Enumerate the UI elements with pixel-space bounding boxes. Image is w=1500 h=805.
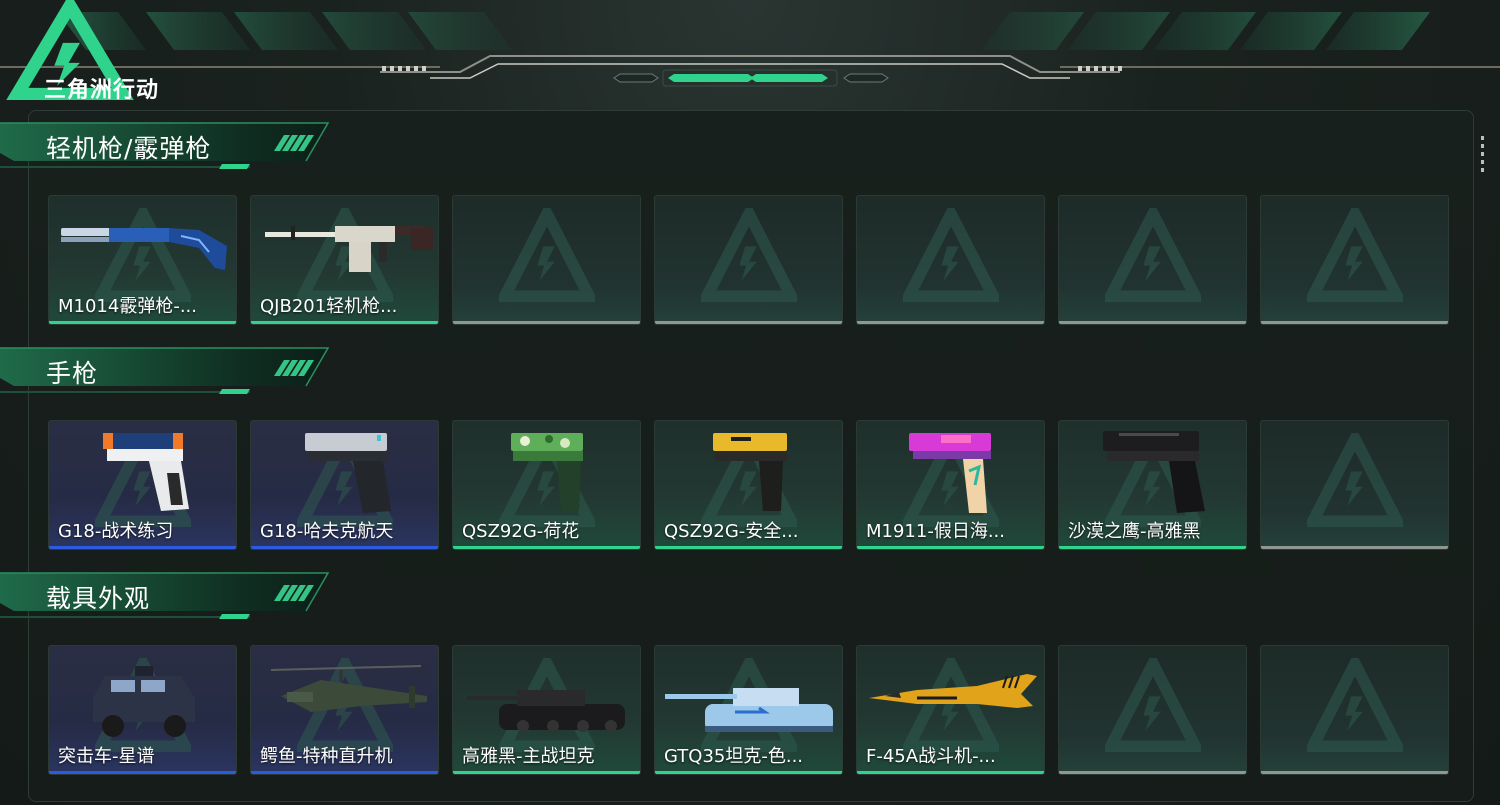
rarity-bar <box>49 546 236 549</box>
pistol-white-orange-icon <box>103 433 189 511</box>
pistol-green-camo-icon <box>511 433 583 511</box>
empty-item-slot[interactable] <box>1260 420 1449 550</box>
delta-watermark-icon <box>1104 208 1201 303</box>
item-card[interactable]: F-45A战斗机-... <box>856 645 1045 775</box>
delta-watermark-icon <box>1104 658 1201 753</box>
item-name: M1014霰弹枪-... <box>58 296 197 317</box>
rarity-bar <box>857 321 1044 324</box>
scrollbar-handle[interactable] <box>1481 136 1485 180</box>
item-card[interactable]: 沙漠之鹰-高雅黑 <box>1058 420 1247 550</box>
item-card[interactable]: QSZ92G-安全... <box>654 420 843 550</box>
rarity-bar <box>1059 321 1246 324</box>
empty-item-slot[interactable] <box>856 195 1045 325</box>
empty-item-slot[interactable] <box>654 195 843 325</box>
delta-watermark-icon <box>700 208 797 303</box>
pistol-yellow-icon <box>713 433 787 511</box>
section-title: 载具外观 <box>46 584 151 613</box>
shotgun-blue-skin-icon <box>61 228 227 270</box>
item-card[interactable]: 鳄鱼-特种直升机 <box>250 645 439 775</box>
delta-watermark-icon <box>1306 658 1403 753</box>
item-card[interactable]: M1911-假日海... <box>856 420 1045 550</box>
header-decoration <box>0 12 1500 87</box>
item-name: M1911-假日海... <box>866 521 1005 542</box>
empty-item-slot[interactable] <box>1260 195 1449 325</box>
delta-watermark-icon <box>1306 433 1403 528</box>
empty-item-slot[interactable] <box>1058 195 1247 325</box>
rarity-bar <box>1261 771 1448 774</box>
item-card[interactable]: 高雅黑-主战坦克 <box>452 645 641 775</box>
delta-watermark-icon <box>1306 208 1403 303</box>
rarity-bar <box>251 546 438 549</box>
section-title: 手枪 <box>46 359 99 388</box>
item-name: 高雅黑-主战坦克 <box>462 746 595 767</box>
item-card[interactable]: G18-战术练习 <box>48 420 237 550</box>
rarity-bar <box>49 321 236 324</box>
item-card[interactable]: QSZ92G-荷花 <box>452 420 641 550</box>
item-name: QSZ92G-安全... <box>664 521 799 542</box>
item-name: G18-战术练习 <box>58 521 174 542</box>
rarity-bar <box>655 321 842 324</box>
rarity-bar <box>49 771 236 774</box>
section-header: 轻机枪/霰弹枪 <box>0 121 340 173</box>
tank-black-icon <box>467 690 625 732</box>
item-card[interactable]: GTQ35坦克-色... <box>654 645 843 775</box>
item-name: 鳄鱼-特种直升机 <box>260 746 393 767</box>
item-name: G18-哈夫克航天 <box>260 521 394 542</box>
rarity-bar <box>251 321 438 324</box>
pistol-pink-icon <box>909 433 991 513</box>
delta-watermark-icon <box>902 208 999 303</box>
armored-car-icon <box>93 666 195 737</box>
item-card[interactable]: G18-哈夫克航天 <box>250 420 439 550</box>
item-card[interactable]: M1014霰弹枪-... <box>48 195 237 325</box>
item-name: F-45A战斗机-... <box>866 746 996 767</box>
section-title: 轻机枪/霰弹枪 <box>46 134 212 163</box>
rarity-bar <box>1261 546 1448 549</box>
lmg-white-skin-icon <box>265 226 433 272</box>
logo-text: 三角洲行动 <box>44 78 160 103</box>
rarity-bar <box>655 546 842 549</box>
top-header: 三角洲行动 <box>0 0 1500 103</box>
rarity-bar <box>453 771 640 774</box>
rarity-bar <box>857 546 1044 549</box>
rarity-bar <box>1059 546 1246 549</box>
empty-item-slot[interactable] <box>1058 645 1247 775</box>
rarity-bar <box>453 321 640 324</box>
item-card[interactable]: QJB201轻机枪... <box>250 195 439 325</box>
empty-item-slot[interactable] <box>452 195 641 325</box>
rarity-bar <box>1059 771 1246 774</box>
tank-blue-icon <box>665 688 833 732</box>
rarity-bar <box>453 546 640 549</box>
item-name: 沙漠之鹰-高雅黑 <box>1068 521 1201 542</box>
pistol-gray-icon <box>305 433 391 513</box>
item-name: 突击车-星谱 <box>58 746 155 767</box>
section-header: 载具外观 <box>0 571 340 623</box>
helicopter-icon <box>270 665 427 712</box>
rarity-bar <box>1261 321 1448 324</box>
item-name: QJB201轻机枪... <box>260 296 398 317</box>
empty-item-slot[interactable] <box>1260 645 1449 775</box>
item-name: GTQ35坦克-色... <box>664 746 804 767</box>
pistol-black-icon <box>1103 431 1205 513</box>
rarity-bar <box>857 771 1044 774</box>
rarity-bar <box>655 771 842 774</box>
rarity-bar <box>251 771 438 774</box>
fighter-jet-icon <box>869 674 1037 708</box>
delta-watermark-icon <box>498 208 595 303</box>
section-header: 手枪 <box>0 346 340 398</box>
item-card[interactable]: 突击车-星谱 <box>48 645 237 775</box>
item-name: QSZ92G-荷花 <box>462 521 580 542</box>
